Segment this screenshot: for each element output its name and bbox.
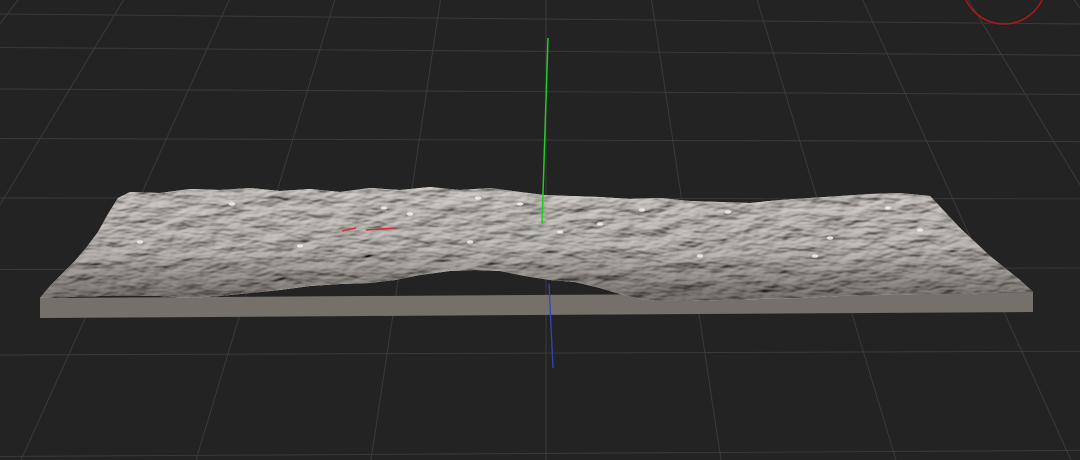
terrain-specular-spot — [466, 240, 474, 244]
terrain-specular-spot — [474, 196, 482, 200]
terrain-specular-spot — [406, 212, 414, 216]
terrain-specular-spot — [296, 244, 304, 248]
3d-viewport[interactable] — [0, 0, 1080, 460]
viewport-canvas[interactable] — [0, 0, 1080, 460]
terrain-specular-spot — [380, 206, 388, 210]
grid-line — [0, 138, 1080, 143]
terrain-specular-spot — [696, 254, 704, 258]
terrain-specular-spot — [638, 208, 646, 212]
terrain-specular-spot — [136, 240, 144, 244]
terrain-specular-spot — [884, 206, 892, 210]
terrain-specular-spot — [724, 210, 732, 214]
terrain-specular-spot — [556, 230, 564, 234]
grid-line — [0, 0, 19, 25]
grid-line — [0, 350, 1080, 356]
terrain-surface — [40, 187, 1033, 301]
terrain-specular-spot — [228, 202, 236, 206]
terrain-specular-spot — [916, 228, 924, 232]
terrain-specular-spot — [826, 236, 834, 240]
grid-line — [1073, 0, 1080, 9]
grid-line — [0, 88, 1080, 95]
view-orbit-gizmo-icon[interactable] — [962, 0, 1046, 25]
terrain-model[interactable] — [40, 187, 1033, 318]
grid-line — [967, 0, 1080, 186]
grid-line — [0, 449, 1080, 457]
terrain-specular-spot — [811, 254, 819, 258]
terrain-specular-spot — [516, 202, 524, 206]
grid-line — [0, 13, 1080, 25]
grid-line — [0, 47, 1080, 56]
terrain-specular-spot — [596, 222, 604, 226]
